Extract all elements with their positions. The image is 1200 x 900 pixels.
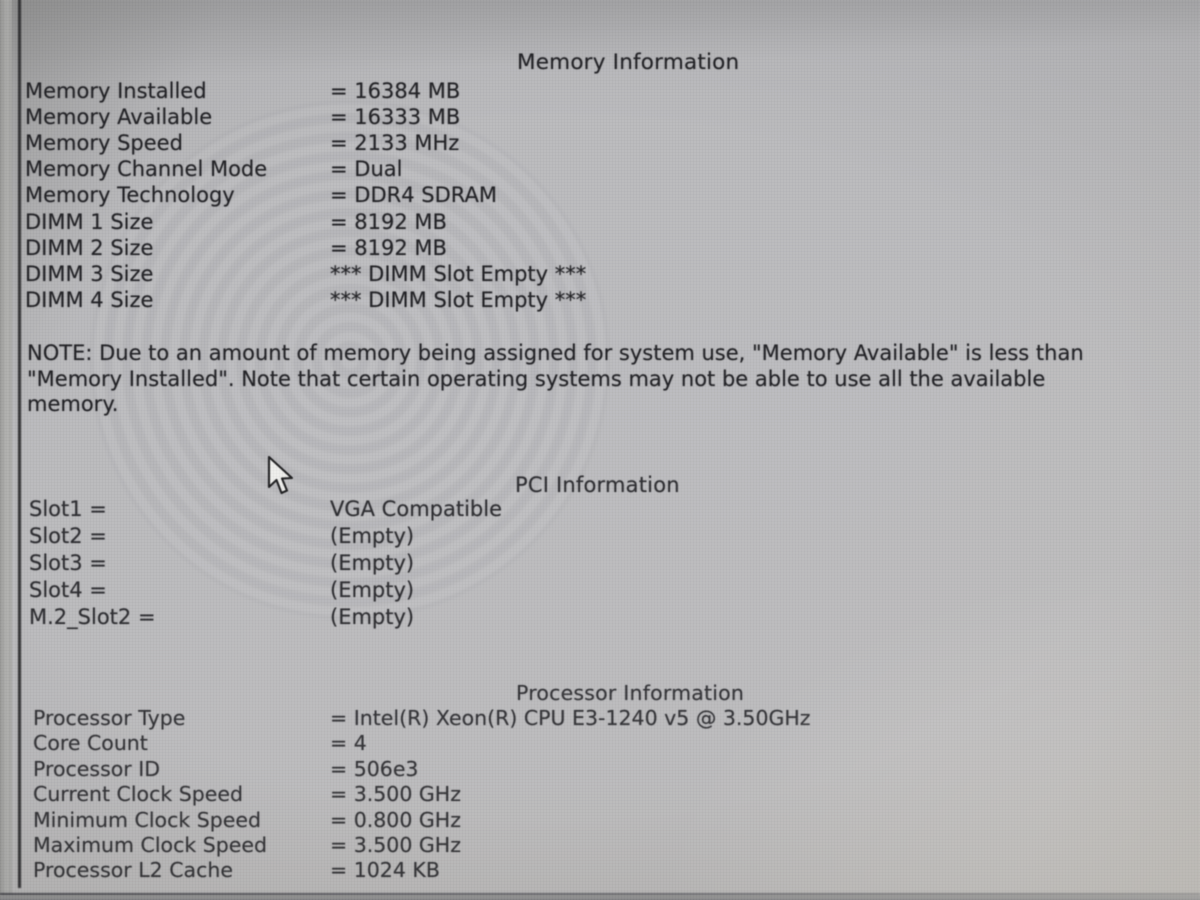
- memory-information-header: Memory Information: [517, 50, 740, 75]
- row-label: Processor L2 Cache: [33, 858, 233, 882]
- row-value: = Intel(R) Xeon(R) CPU E3-1240 v5 @ 3.50…: [330, 706, 811, 730]
- row-value: = 3.500 GHz: [330, 833, 461, 857]
- row-label: DIMM 2 Size: [25, 236, 154, 260]
- row-value: (Empty): [330, 605, 415, 629]
- row-label: Memory Channel Mode: [25, 157, 268, 181]
- row-value: = 8192 MB: [330, 210, 447, 234]
- row-value: = 2133 MHz: [330, 131, 460, 155]
- row-value: (Empty): [330, 551, 415, 575]
- row-value: = DDR4 SDRAM: [330, 183, 497, 207]
- row-label: Current Clock Speed: [33, 782, 243, 806]
- row-label: Processor Type: [33, 706, 186, 730]
- row-label: Memory Technology: [25, 183, 235, 207]
- row-value: = Dual: [330, 157, 403, 181]
- row-label: DIMM 4 Size: [25, 288, 154, 312]
- row-value: = 1024 KB: [330, 858, 440, 882]
- row-label: Core Count: [33, 731, 148, 755]
- row-value: = 3.500 GHz: [330, 782, 461, 806]
- row-value: = 506e3: [330, 757, 419, 781]
- row-label: Memory Available: [25, 105, 213, 129]
- row-value: = 16384 MB: [330, 79, 461, 103]
- mouse-arrow-cursor[interactable]: [267, 455, 297, 500]
- memory-note-text: NOTE: Due to an amount of memory being a…: [27, 341, 1084, 417]
- pci-information-header: PCI Information: [515, 473, 680, 497]
- row-label: Processor ID: [33, 757, 161, 781]
- row-value: (Empty): [330, 524, 415, 548]
- row-label: M.2_Slot2 =: [29, 605, 156, 629]
- row-value: = 4: [330, 731, 367, 755]
- row-value: *** DIMM Slot Empty ***: [330, 288, 587, 312]
- row-value: (Empty): [330, 578, 415, 602]
- row-label: Slot1 =: [29, 497, 107, 521]
- row-value: *** DIMM Slot Empty ***: [330, 262, 587, 286]
- processor-information-header: Processor Information: [516, 681, 745, 705]
- row-value: = 16333 MB: [330, 105, 461, 129]
- row-label: Minimum Clock Speed: [33, 808, 261, 832]
- row-label: DIMM 1 Size: [25, 210, 154, 234]
- bios-screen-photo: Memory Information Memory Installed = 16…: [0, 0, 1200, 900]
- row-value: = 8192 MB: [330, 236, 447, 260]
- row-label: Memory Speed: [25, 131, 183, 155]
- row-value: = 0.800 GHz: [330, 808, 461, 832]
- row-label: Memory Installed: [25, 79, 207, 103]
- row-label: Slot3 =: [29, 551, 107, 575]
- row-label: DIMM 3 Size: [25, 262, 154, 286]
- row-label: Maximum Clock Speed: [33, 833, 267, 857]
- row-label: Slot4 =: [29, 578, 107, 602]
- panel-bottom-bezel: [0, 895, 1200, 900]
- bios-content: Memory Information Memory Installed = 16…: [0, 0, 1200, 900]
- row-value: VGA Compatible: [330, 497, 502, 521]
- row-label: Slot2 =: [29, 524, 107, 548]
